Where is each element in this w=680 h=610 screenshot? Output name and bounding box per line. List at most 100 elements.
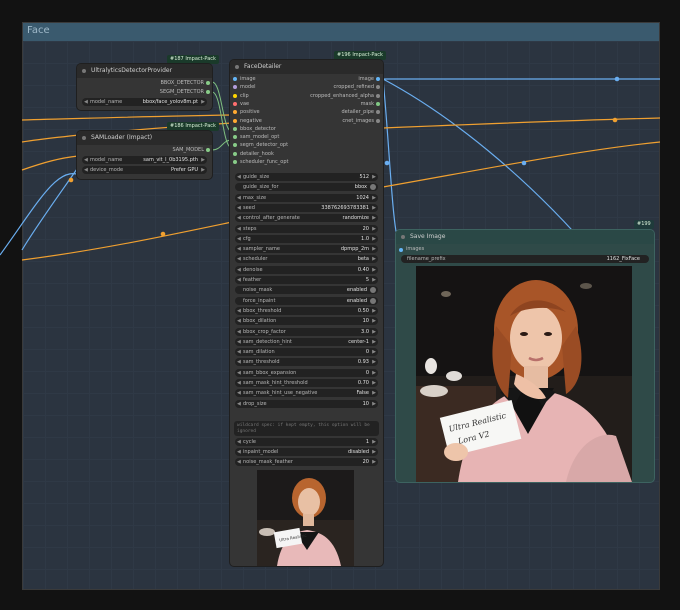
widget-cfg[interactable]: ◀ cfg 1.0 ▶ xyxy=(235,234,378,243)
input-dot[interactable] xyxy=(233,143,237,148)
input-scheduler-func-opt[interactable]: scheduler_func_opt xyxy=(240,159,289,166)
output-dot[interactable] xyxy=(206,81,210,85)
widget-control-after-generate[interactable]: ◀ control_after_generate randomize ▶ xyxy=(235,214,378,223)
widget-sam-mask-hint-use-negative[interactable]: ◀ sam_mask_hint_use_negative False ▶ xyxy=(235,389,378,398)
output-image: Ultra Realistic Lora V2 xyxy=(416,266,632,482)
collapse-dot-icon[interactable] xyxy=(82,69,86,73)
widget-bbox-crop-factor[interactable]: ◀ bbox_crop_factor 3.0 ▶ xyxy=(235,327,378,336)
widget-bbox-threshold[interactable]: ◀ bbox_threshold 0.50 ▶ xyxy=(235,306,378,315)
input-model[interactable]: model xyxy=(240,84,256,91)
input-dot[interactable] xyxy=(233,118,237,123)
widget-max-size[interactable]: ◀ max_size 1024 ▶ xyxy=(235,193,378,202)
widget-force-inpaint[interactable]: force_inpaint enabled xyxy=(235,296,378,305)
input-detailer-hook[interactable]: detailer_hook xyxy=(240,151,274,158)
output-dot[interactable] xyxy=(376,110,380,115)
input-dot[interactable] xyxy=(233,93,237,98)
arrow-right-icon: ▶ xyxy=(372,266,376,273)
widget-feather[interactable]: ◀ feather 5 ▶ xyxy=(235,276,378,284)
output-cropped-refined[interactable]: cropped_refined xyxy=(334,84,374,91)
wildcard-textarea[interactable]: wildcard spec: if kept empty, this optio… xyxy=(234,421,379,436)
toggle-icon xyxy=(370,287,376,294)
input-negative[interactable]: negative xyxy=(240,118,262,125)
input-sam-model-opt[interactable]: sam_model_opt xyxy=(240,134,279,141)
preview-image-small: Ultra Realistic xyxy=(257,470,354,566)
arrow-right-icon: ▶ xyxy=(372,307,376,314)
widget-seed[interactable]: ◀ seed 338762693783381 ▶ xyxy=(235,203,378,212)
output-cropped-enhanced-alpha[interactable]: cropped_enhanced_alpha xyxy=(310,93,374,100)
input-segm-detector-opt[interactable]: segm_detector_opt xyxy=(240,142,288,149)
input-dot[interactable] xyxy=(233,110,237,115)
collapse-dot-icon[interactable] xyxy=(235,65,239,69)
input-dot[interactable] xyxy=(233,85,237,90)
input-clip[interactable]: clip xyxy=(240,93,249,100)
widget-sam-bbox-expansion[interactable]: ◀ sam_bbox_expansion 0 ▶ xyxy=(235,368,378,377)
output-bbox-detector[interactable]: BBOX_DETECTOR xyxy=(161,80,205,87)
arrow-right-icon: ▶ xyxy=(372,277,376,283)
widget-guide-size[interactable]: ◀ guide_size 512 ▶ xyxy=(235,173,378,181)
output-image[interactable]: image xyxy=(358,76,374,83)
arrow-right-icon: ▶ xyxy=(372,369,376,376)
widget-drop-size[interactable]: ◀ drop_size 10 ▶ xyxy=(235,399,378,408)
arrow-right-icon: ▶ xyxy=(372,390,376,397)
node-title[interactable]: Save Image xyxy=(396,230,654,244)
input-dot[interactable] xyxy=(233,77,237,81)
output-sam-model[interactable]: SAM_MODEL xyxy=(172,147,204,154)
widget-model-name[interactable]: ◀ model_name sam_vit_l_0b3195.pth ▶ xyxy=(82,156,207,164)
arrow-left-icon: ◀ xyxy=(237,449,241,455)
arrow-left-icon: ◀ xyxy=(237,328,241,335)
output-mask[interactable]: mask xyxy=(361,101,374,108)
output-dot[interactable] xyxy=(376,118,380,123)
output-dot[interactable] xyxy=(376,77,380,81)
node-title[interactable]: SAMLoader (Impact) xyxy=(77,131,212,145)
input-vae[interactable]: vae xyxy=(240,101,249,108)
output-segm-detector[interactable]: SEGM_DETECTOR xyxy=(160,89,204,96)
output-dot[interactable] xyxy=(376,85,380,90)
output-cnet-images[interactable]: cnet_images xyxy=(342,118,374,125)
input-dot[interactable] xyxy=(233,101,237,106)
widget-filename-prefix[interactable]: filename_prefix 1162_FixFace xyxy=(401,255,649,263)
save-image-node[interactable]: Save Image images filename_prefix 1162_Fi… xyxy=(396,230,654,482)
node-title[interactable]: FaceDetailer xyxy=(230,60,383,74)
widget-device-mode[interactable]: ◀ device_mode Prefer GPU ▶ xyxy=(82,166,207,174)
widget-cycle[interactable]: ◀ cycle 1 ▶ xyxy=(235,438,378,446)
output-dot[interactable] xyxy=(376,93,380,98)
input-dot[interactable] xyxy=(233,151,237,156)
widget-model-name[interactable]: ◀ model_name bbox/face_yolov8m.pt ▶ xyxy=(82,98,207,106)
face-detailer-node[interactable]: FaceDetailer image model clip vae positive ne… xyxy=(230,60,383,566)
input-dot[interactable] xyxy=(399,248,403,252)
input-bbox-detector[interactable]: bbox_detector xyxy=(240,126,276,133)
arrow-right-icon: ▶ xyxy=(372,215,376,222)
widget-steps[interactable]: ◀ steps 20 ▶ xyxy=(235,224,378,233)
widget-sampler-name[interactable]: ◀ sampler_name dpmpp_2m ▶ xyxy=(235,245,378,254)
collapse-dot-icon[interactable] xyxy=(401,235,405,239)
widget-noise-mask[interactable]: noise_mask enabled xyxy=(235,286,378,295)
widget-sam-detection-hint[interactable]: ◀ sam_detection_hint center-1 ▶ xyxy=(235,337,378,346)
widget-scheduler[interactable]: ◀ scheduler beta ▶ xyxy=(235,255,378,264)
widget-noise-mask-feather[interactable]: ◀ noise_mask_feather 20 ▶ xyxy=(235,458,378,466)
node-title[interactable]: UltralyticsDetectorProvider xyxy=(77,64,212,78)
widget-sam-dilation[interactable]: ◀ sam_dilation 0 ▶ xyxy=(235,348,378,357)
widget-sam-threshold[interactable]: ◀ sam_threshold 0.93 ▶ xyxy=(235,358,378,367)
output-detailer-pipe[interactable]: detailer_pipe xyxy=(342,109,375,116)
output-dot[interactable] xyxy=(206,90,210,94)
input-positive[interactable]: positive xyxy=(240,109,260,116)
input-dot[interactable] xyxy=(233,126,237,131)
output-dot[interactable] xyxy=(206,148,210,152)
input-dot[interactable] xyxy=(233,135,237,140)
widget-denoise[interactable]: ◀ denoise 0.40 ▶ xyxy=(235,265,378,274)
arrow-left-icon: ◀ xyxy=(237,307,241,314)
ultralytics-detector-node[interactable]: UltralyticsDetectorProvider BBOX_DETECTO… xyxy=(77,64,212,110)
input-dot[interactable] xyxy=(233,160,237,164)
widget-inpaint-model[interactable]: ◀ inpaint_model disabled ▶ xyxy=(235,448,378,456)
arrow-right-icon: ▶ xyxy=(372,459,376,465)
widget-sam-mask-hint-threshold[interactable]: ◀ sam_mask_hint_threshold 0.70 ▶ xyxy=(235,379,378,387)
output-dot[interactable] xyxy=(376,101,380,106)
arrow-left-icon: ◀ xyxy=(237,215,241,222)
group-header[interactable]: Face xyxy=(23,23,659,41)
widget-guide-size-for[interactable]: guide_size_for bbox xyxy=(235,183,378,192)
sam-loader-node[interactable]: SAMLoader (Impact) SAM_MODEL ◀ model_name… xyxy=(77,131,212,179)
widget-bbox-dilation[interactable]: ◀ bbox_dilation 10 ▶ xyxy=(235,317,378,326)
input-images[interactable]: images xyxy=(406,246,424,253)
input-image[interactable]: image xyxy=(240,76,256,83)
collapse-dot-icon[interactable] xyxy=(82,136,86,140)
